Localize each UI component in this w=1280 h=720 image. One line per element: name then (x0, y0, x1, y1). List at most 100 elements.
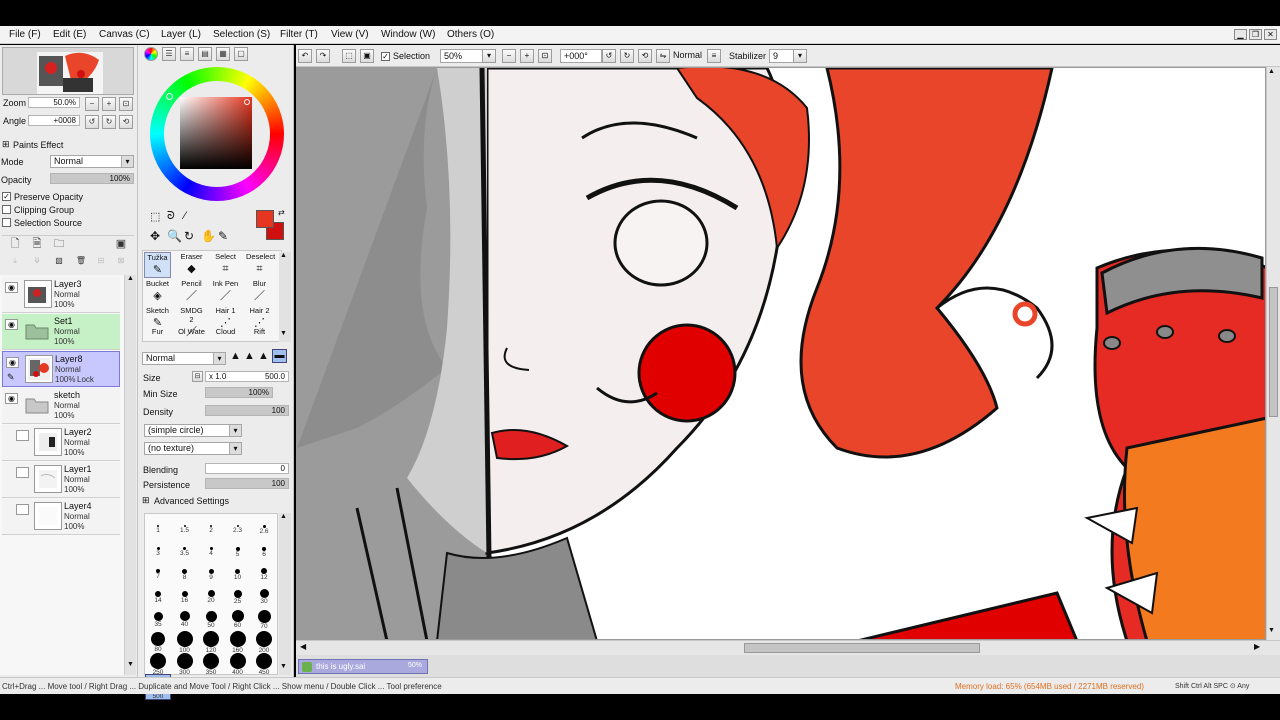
brush-grid-scrollbar[interactable]: ▲ ▼ (279, 513, 291, 675)
clear-layer-icon[interactable]: ▧ (52, 255, 66, 269)
file-tab[interactable]: this is ugly.sai 50% (298, 659, 428, 674)
color-wheel[interactable] (150, 67, 284, 201)
tool-rift[interactable]: Rift (246, 327, 273, 341)
new-layer-icon[interactable]: 🗋 (8, 238, 22, 252)
undo-icon[interactable]: ↶ (298, 49, 312, 63)
scroll-left-icon[interactable]: ◀ (300, 642, 306, 651)
close-icon[interactable]: ✕ (1264, 29, 1277, 40)
menu-edit[interactable]: Edit (E) (53, 29, 86, 40)
brush-size-350[interactable]: 350 (198, 651, 224, 677)
saturation-value-square[interactable] (180, 97, 252, 169)
hue-picker[interactable] (166, 93, 173, 100)
mode-select[interactable]: Normal (50, 155, 134, 168)
clipping-group-checkbox[interactable] (2, 205, 11, 214)
layer-list-scrollbar[interactable]: ▲ ▼ (124, 275, 136, 675)
brush-size-300[interactable]: 300 (172, 651, 198, 677)
brush-shape-soft-icon[interactable]: ▲ (258, 350, 269, 362)
menu-filter[interactable]: Filter (T) (280, 29, 318, 40)
preserve-opacity-checkbox[interactable]: ✓ (2, 192, 11, 201)
scroll-up-icon[interactable]: ▲ (126, 275, 135, 287)
layer-row-set1[interactable]: ◉ Set1 Normal 100% (2, 314, 120, 350)
merge-down-icon[interactable]: ⤋ (30, 255, 44, 269)
layer-row-sketch[interactable]: ◉ sketch Normal 100% (2, 388, 120, 424)
hsv-slider-icon[interactable]: ≡ (180, 47, 194, 61)
rotate-reset-icon[interactable]: ⟲ (638, 49, 652, 63)
zoom-out-icon[interactable]: − (85, 97, 99, 111)
brush-blend-select[interactable]: Normal (142, 352, 226, 365)
zoom-in-icon[interactable]: + (102, 97, 116, 111)
apply-mask-icon[interactable]: ⊟ (94, 255, 108, 269)
navigator-preview[interactable] (2, 47, 134, 95)
size-slider[interactable]: x 1.0 500.0 (205, 371, 289, 382)
eye-icon[interactable]: ◉ (5, 393, 18, 404)
new-linework-layer-icon[interactable]: 🗎 (30, 238, 44, 252)
delete-mask-icon[interactable]: ⊠ (114, 255, 128, 269)
selection-source-checkbox[interactable] (2, 218, 11, 227)
density-slider[interactable]: 100 (205, 405, 289, 416)
stabilizer-dropdown-icon[interactable]: ▾ (793, 49, 807, 63)
swap-colors-icon[interactable]: ⇄ (278, 208, 285, 217)
brush-texture-select[interactable]: (no texture) (144, 442, 242, 455)
rotate-reset-icon[interactable]: ⟲ (119, 115, 133, 129)
persistence-slider[interactable]: 100 (205, 478, 289, 489)
vertical-scroll-thumb[interactable] (1269, 287, 1278, 417)
tool-deselect[interactable]: Deselect ⌗ (246, 252, 275, 278)
hand-icon[interactable]: ✋ (201, 229, 216, 243)
zoom-fit-icon[interactable]: ⊡ (538, 49, 552, 63)
new-folder-icon[interactable]: 🗀 (52, 238, 66, 252)
eye-icon[interactable]: ◉ (5, 282, 18, 293)
size-mode-icon[interactable]: ⊟ (192, 371, 203, 382)
zoom-dropdown-icon[interactable]: ▾ (482, 49, 496, 63)
tool-select[interactable]: Select ⌗ (212, 252, 239, 278)
layer-row-layer8[interactable]: ◉ ✎ Layer8 Normal 100% Lock (2, 351, 120, 387)
magic-wand-icon[interactable]: ⁄ (184, 210, 186, 222)
rotate-tool-icon[interactable]: ↻ (184, 229, 194, 243)
menu-selection[interactable]: Selection (S) (213, 29, 270, 40)
canvas-vertical-scrollbar[interactable]: ▲ ▼ (1266, 67, 1280, 640)
tool-fur[interactable]: Fur (144, 327, 171, 341)
stabilizer-icon[interactable]: ≡ (707, 49, 721, 63)
tool-cloud[interactable]: Cloud (212, 327, 239, 341)
brush-size-450[interactable]: 450 (251, 651, 277, 677)
scratchpad-icon[interactable]: ▢ (234, 47, 248, 61)
rotate-right-icon[interactable]: ↻ (102, 115, 116, 129)
paints-effect-header[interactable]: ⊞ Paints Effect (0, 139, 137, 151)
scroll-right-icon[interactable]: ▶ (1254, 642, 1260, 651)
layer-row-layer1[interactable]: Layer1 Normal 100% (2, 462, 120, 498)
color-wheel-mode-icon[interactable] (144, 47, 158, 61)
scroll-up-icon[interactable]: ▲ (1268, 68, 1275, 75)
zoom-in-icon[interactable]: + (520, 49, 534, 63)
horizontal-scroll-thumb[interactable] (744, 643, 980, 653)
drawing-canvas[interactable] (296, 67, 1266, 640)
brush-shape-flat-icon[interactable]: ▬ (272, 349, 287, 363)
eye-hidden-icon[interactable] (16, 504, 29, 515)
canvas-horizontal-scrollbar[interactable]: ◀ ▶ (296, 640, 1280, 655)
eye-icon[interactable]: ◉ (6, 357, 19, 368)
tool-bucket[interactable]: Bucket ◈ (144, 279, 171, 305)
menu-others[interactable]: Others (O) (447, 29, 494, 40)
brush-size-400[interactable]: 400 (225, 651, 251, 677)
blending-slider[interactable]: 0 (205, 463, 289, 474)
tool-eraser[interactable]: Eraser ◆ (178, 252, 205, 278)
eye-icon[interactable]: ◉ (5, 319, 18, 330)
scroll-down-icon[interactable]: ▼ (280, 330, 287, 337)
blend-display[interactable]: Normal (670, 49, 704, 63)
restore-icon[interactable]: ❐ (1249, 29, 1262, 40)
tool-pencil[interactable]: Pencil ／ (178, 279, 205, 305)
eyedropper-icon[interactable]: ✎ (218, 229, 228, 243)
zoom-tool-icon[interactable]: 🔍 (167, 229, 182, 243)
zoom-out-icon[interactable]: − (502, 49, 516, 63)
sv-picker[interactable] (244, 99, 250, 105)
angle-slider[interactable]: +0008 (28, 115, 80, 126)
invert-selection-icon[interactable]: ▣ (360, 49, 374, 63)
tool-blur[interactable]: Blur ／ (246, 279, 273, 305)
scroll-down-icon[interactable]: ▼ (1268, 627, 1275, 634)
layer-row-layer2[interactable]: Layer2 Normal 100% (2, 425, 120, 461)
scroll-down-icon[interactable]: ▼ (280, 663, 287, 670)
transfer-down-icon[interactable]: ⤓ (8, 255, 22, 269)
layer-row-layer3[interactable]: ◉ Layer3 Normal 100% (2, 277, 120, 313)
deselect-all-icon[interactable]: ⬚ (342, 49, 356, 63)
tool-oil-water[interactable]: Ol Wate (178, 327, 205, 341)
lasso-icon[interactable]: ᘐ (167, 210, 175, 223)
color-set-icon[interactable]: ▦ (216, 47, 230, 61)
